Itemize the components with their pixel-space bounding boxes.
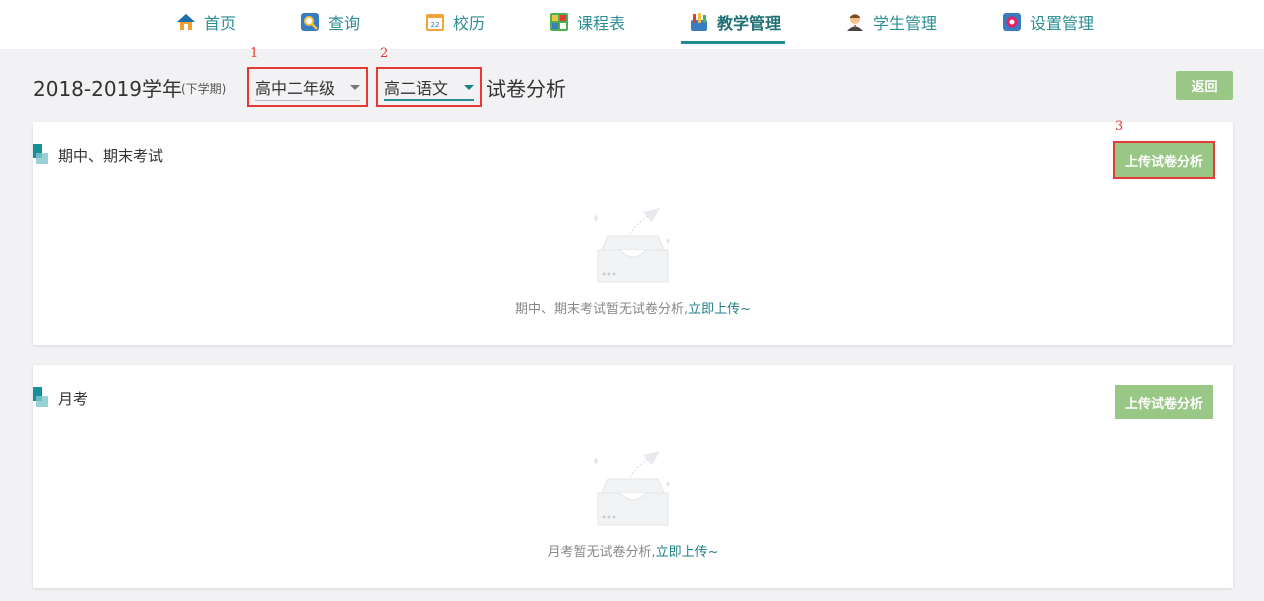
section-marker-icon (33, 387, 49, 409)
nav-item-schedule[interactable]: 课程表 (549, 0, 625, 44)
grade-select-value: 高中二年级 (255, 79, 336, 98)
section-title: 期中、期末考试 (58, 147, 164, 165)
home-icon (177, 14, 195, 30)
section-card-monthly: 月考 上传试卷分析 月考暂无试卷分析,立即上传~ (33, 365, 1233, 588)
school-year: 2018-2019学年 (33, 77, 183, 101)
nav-item-student[interactable]: 学生管理 (845, 0, 937, 44)
nav-active-indicator (681, 41, 785, 44)
nav-item-calendar[interactable]: 22 校历 (425, 0, 485, 44)
nav-label-home: 首页 (204, 14, 237, 33)
top-navigation: 首页 查询 22 校历 课程表 教学管理 学生管理 设置管理 (0, 0, 1264, 49)
school-term: (下学期) (181, 82, 227, 96)
nav-item-home[interactable]: 首页 (176, 0, 236, 44)
nav-label-search: 查询 (328, 14, 361, 33)
empty-message-text: 期中、期末考试暂无试卷分析, (514, 302, 689, 317)
nav-item-teaching[interactable]: 教学管理 (689, 0, 781, 44)
svg-text:22: 22 (431, 21, 440, 29)
nav-label-teaching: 教学管理 (717, 14, 782, 33)
nav-item-search[interactable]: 查询 (300, 0, 360, 44)
upload-analysis-button[interactable]: 上传试卷分析 (1115, 385, 1213, 419)
search-icon (301, 13, 319, 31)
empty-message: 月考暂无试卷分析,立即上传~ (33, 541, 1233, 560)
select-underline (255, 100, 360, 101)
empty-box-icon (594, 208, 670, 283)
student-icon (847, 14, 863, 31)
chevron-down-icon (350, 84, 360, 90)
upload-now-link[interactable]: 立即上传~ (688, 302, 751, 317)
nav-label-schedule: 课程表 (577, 14, 626, 33)
schedule-icon (550, 13, 568, 31)
chevron-down-icon (464, 84, 474, 90)
annotation-marker-1: 1 (250, 46, 259, 61)
select-underline (384, 99, 474, 101)
section-card-exam: 期中、期末考试 3 上传试卷分析 期中、期末考试暂无试卷分析,立即上传~ (33, 119, 1233, 345)
calendar-icon: 22 (426, 14, 444, 31)
back-button[interactable]: 返回 (1176, 71, 1233, 100)
empty-message: 期中、期末考试暂无试卷分析,立即上传~ (33, 298, 1233, 317)
settings-icon (1003, 13, 1021, 31)
page-title: 试卷分析 (486, 77, 566, 101)
empty-box-icon (594, 451, 670, 526)
teaching-icon (691, 13, 707, 31)
nav-item-settings[interactable]: 设置管理 (1002, 0, 1094, 44)
subject-select-value: 高二语文 (384, 79, 449, 98)
empty-message-text: 月考暂无试卷分析, (547, 545, 656, 560)
upload-now-link[interactable]: 立即上传~ (656, 545, 719, 560)
section-marker-icon (33, 144, 49, 166)
grade-select[interactable]: 高中二年级 (247, 67, 368, 107)
annotation-marker-3: 3 (1115, 119, 1124, 134)
upload-analysis-button[interactable]: 上传试卷分析 (1115, 143, 1213, 177)
nav-label-settings: 设置管理 (1030, 14, 1095, 33)
subject-select[interactable]: 高二语文 (376, 67, 482, 107)
section-title: 月考 (58, 390, 89, 408)
nav-label-calendar: 校历 (453, 14, 486, 33)
annotation-marker-2: 2 (380, 46, 389, 61)
nav-label-student: 学生管理 (873, 14, 938, 33)
